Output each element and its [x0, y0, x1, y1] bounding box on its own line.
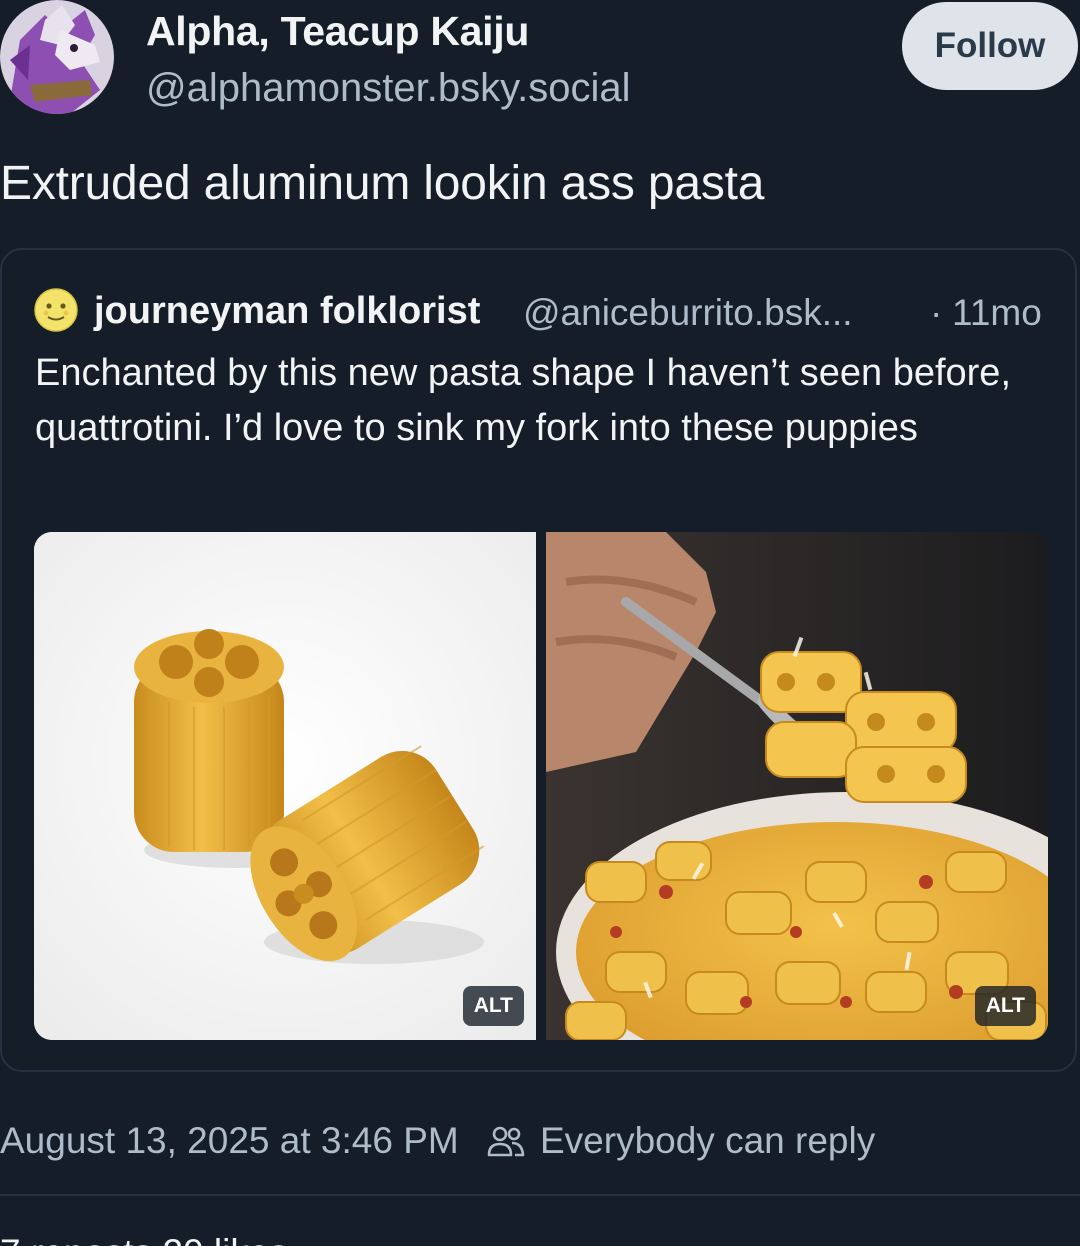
- author-name[interactable]: Alpha, Teacup Kaiju: [146, 8, 529, 55]
- post-page: Alpha, Teacup Kaiju @alphamonster.bsky.s…: [0, 0, 1080, 1246]
- moon-face-avatar-icon[interactable]: [34, 288, 78, 332]
- quoted-post-card[interactable]: journeyman folklorist @aniceburrito.bsk.…: [0, 248, 1077, 1072]
- quoted-post-text: Enchanted by this new pasta shape I have…: [35, 352, 1011, 449]
- post-text: Extruded aluminum lookin ass pasta: [0, 157, 765, 210]
- quoted-post-age[interactable]: 11mo: [952, 292, 1042, 334]
- stats-text[interactable]: 7 reposts 20 likes: [0, 1232, 288, 1246]
- pasta-photo-1[interactable]: ALT: [34, 532, 536, 1040]
- separator-dot: ·: [930, 292, 943, 333]
- engagement-stats: 7 reposts 20 likes: [0, 1232, 1080, 1246]
- pasta-photo-2[interactable]: ALT: [546, 532, 1048, 1040]
- author-handle[interactable]: @alphamonster.bsky.social: [146, 66, 631, 111]
- divider: [0, 1194, 1080, 1196]
- pasta-pieces-image: [34, 532, 536, 1040]
- author-avatar[interactable]: [0, 0, 114, 114]
- post-timestamp: August 13, 2025 at 3:46 PM: [0, 1120, 459, 1161]
- quoted-author-name[interactable]: journeyman folklorist: [94, 290, 480, 333]
- follow-button[interactable]: Follow: [902, 2, 1078, 90]
- fork-pasta-image: [546, 532, 1048, 1040]
- people-icon: [487, 1126, 525, 1157]
- quoted-author-handle[interactable]: @aniceburrito.bsk...: [523, 292, 853, 334]
- alt-text-badge[interactable]: ALT: [462, 986, 524, 1026]
- reply-setting[interactable]: Everybody can reply: [540, 1120, 875, 1162]
- kaiju-avatar-image: [0, 0, 114, 114]
- alt-text-badge[interactable]: ALT: [974, 986, 1036, 1026]
